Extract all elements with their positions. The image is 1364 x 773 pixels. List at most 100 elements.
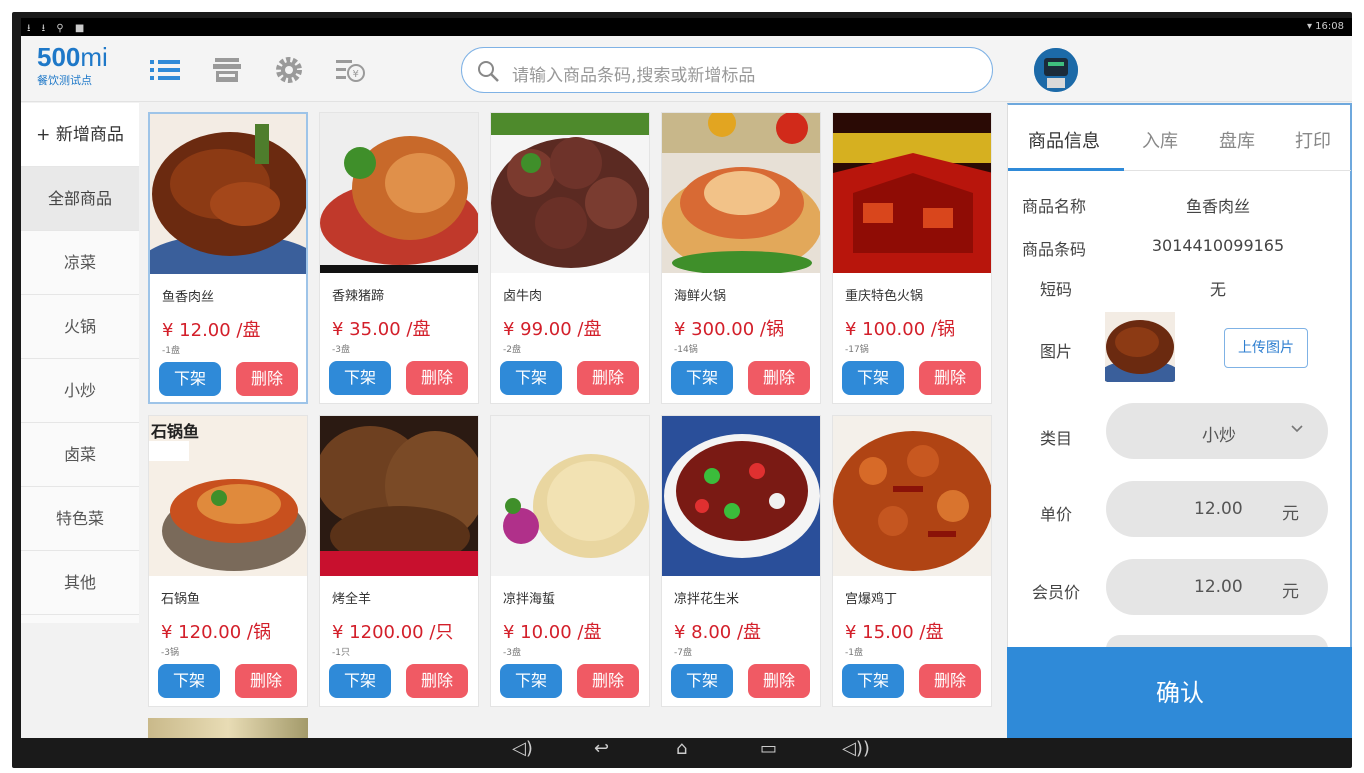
product-stock: -1只 — [332, 648, 350, 658]
confirm-button[interactable]: 确认 — [1007, 647, 1352, 738]
product-name: 凉拌花生米 — [674, 592, 740, 607]
brand-logo: 500mi 餐饮测试点 — [37, 44, 137, 88]
product-card[interactable]: 烤全羊 ¥ 1200.00 /只 -1只 下架 删除 — [319, 415, 479, 707]
delist-button[interactable]: 下架 — [500, 361, 562, 395]
delete-button[interactable]: 删除 — [236, 362, 298, 396]
price-value[interactable]: 12.00 — [1194, 499, 1243, 519]
delist-button[interactable]: 下架 — [671, 664, 733, 698]
delist-button[interactable]: 下架 — [159, 362, 221, 396]
product-stock: -14锅 — [674, 345, 698, 355]
product-image — [833, 416, 991, 576]
delete-button[interactable]: 删除 — [577, 664, 639, 698]
product-stock: -1盘 — [845, 648, 863, 658]
delist-button[interactable]: 下架 — [500, 664, 562, 698]
product-price: ¥ 100.00 /锅 — [845, 319, 955, 340]
delist-button[interactable]: 下架 — [671, 361, 733, 395]
search-icon — [476, 59, 500, 87]
delete-button[interactable]: 删除 — [577, 361, 639, 395]
product-stock: -3盘 — [332, 345, 350, 355]
volume-down-icon[interactable]: ◁) — [512, 738, 533, 759]
sidebar-item-hotpot[interactable]: 火锅 — [21, 295, 139, 359]
volume-up-icon[interactable]: ◁)) — [842, 738, 870, 759]
product-name: 烤全羊 — [332, 592, 372, 607]
avatar[interactable] — [1034, 48, 1078, 92]
price-label: 单价 — [1040, 505, 1073, 524]
delete-button[interactable]: 删除 — [406, 361, 468, 395]
member-price-field[interactable]: 12.00 元 — [1106, 559, 1328, 615]
recents-icon[interactable]: ▭ — [760, 738, 777, 759]
delete-button[interactable]: 删除 — [406, 664, 468, 698]
product-card[interactable]: 香辣猪蹄 ¥ 35.00 /盘 -3盘 下架 删除 — [319, 112, 479, 404]
name-value: 鱼香肉丝 — [1185, 197, 1250, 216]
barcode-value: 3014410099165 — [1151, 236, 1285, 255]
store-icon[interactable] — [211, 56, 243, 84]
delist-button[interactable]: 下架 — [842, 664, 904, 698]
product-card[interactable]: 海鲜火锅 ¥ 300.00 /锅 -14锅 下架 删除 — [661, 112, 821, 404]
product-detail-panel: 商品信息 入库 盘库 打印 商品名称 鱼香肉丝 商品条码 30144100991… — [1007, 103, 1352, 738]
sidebar-item-specialty[interactable]: 特色菜 — [21, 487, 139, 551]
tab-print[interactable]: 打印 — [1295, 127, 1331, 153]
search-input[interactable]: 请输入商品条码,搜索或新增标品 — [512, 61, 755, 86]
delete-button[interactable]: 删除 — [919, 664, 981, 698]
tab-stock-in[interactable]: 入库 — [1142, 127, 1178, 153]
device-frame: ⭳ ⭳ ⚲ ■ ▾ 16:08 500mi 餐饮测试点 ¥ 请输入商品条码,搜索… — [0, 0, 1364, 773]
product-price: ¥ 12.00 /盘 — [162, 320, 261, 341]
delist-button[interactable]: 下架 — [329, 664, 391, 698]
product-name: 凉拌海蜇 — [503, 592, 556, 607]
product-card[interactable]: 卤牛肉 ¥ 99.00 /盘 -2盘 下架 删除 — [490, 112, 650, 404]
delete-button[interactable]: 删除 — [748, 361, 810, 395]
shortcode-label: 短码 — [1040, 280, 1073, 299]
sidebar-item-stir-fry[interactable]: 小炒 — [21, 359, 139, 423]
member-price-unit: 元 — [1282, 582, 1299, 602]
delist-button[interactable]: 下架 — [329, 361, 391, 395]
sidebar-item-all[interactable]: 全部商品 — [21, 167, 139, 231]
back-icon[interactable]: ↩ — [594, 738, 609, 759]
detail-tabs: 商品信息 入库 盘库 打印 — [1008, 105, 1351, 171]
delete-button[interactable]: 删除 — [919, 361, 981, 395]
product-card[interactable]: 凉拌花生米 ¥ 8.00 /盘 -7盘 下架 删除 — [661, 415, 821, 707]
image-label: 图片 — [1040, 342, 1073, 361]
product-card[interactable]: 石锅鱼 石锅鱼 ¥ 120.00 /锅 -3锅 下架 删除 — [148, 415, 308, 707]
product-stock: -3锅 — [161, 648, 179, 658]
product-price: ¥ 120.00 /锅 — [161, 622, 271, 643]
name-label: 商品名称 — [1022, 197, 1087, 216]
product-name: 石锅鱼 — [161, 592, 201, 607]
sidebar-item-braised[interactable]: 卤菜 — [21, 423, 139, 487]
product-name: 重庆特色火锅 — [845, 289, 924, 304]
price-field[interactable]: 12.00 元 — [1106, 481, 1328, 537]
product-card[interactable]: 重庆特色火锅 ¥ 100.00 /锅 -17锅 下架 删除 — [832, 112, 992, 404]
search-bar[interactable]: 请输入商品条码,搜索或新增标品 — [461, 47, 993, 93]
delist-button[interactable]: 下架 — [842, 361, 904, 395]
brand-name: 500mi — [37, 44, 137, 70]
product-stock: -1盘 — [162, 346, 180, 356]
product-image — [150, 114, 306, 274]
product-card[interactable]: 宫爆鸡丁 ¥ 15.00 /盘 -1盘 下架 删除 — [832, 415, 992, 707]
member-price-label: 会员价 — [1032, 583, 1081, 602]
brand-number: 500 — [37, 42, 81, 72]
product-image — [833, 113, 991, 273]
product-card[interactable]: 鱼香肉丝 ¥ 12.00 /盘 -1盘 下架 删除 — [148, 112, 308, 404]
delist-button[interactable]: 下架 — [158, 664, 220, 698]
product-thumbnail — [1105, 312, 1175, 382]
product-price: ¥ 8.00 /盘 — [674, 622, 762, 643]
product-card[interactable]: 凉拌海蜇 ¥ 10.00 /盘 -3盘 下架 删除 — [490, 415, 650, 707]
delete-button[interactable]: 删除 — [235, 664, 297, 698]
product-name: 香辣猪蹄 — [332, 289, 385, 304]
active-tab-indicator — [1008, 168, 1124, 171]
category-label: 类目 — [1040, 429, 1073, 448]
settings-icon[interactable] — [273, 56, 305, 84]
sidebar-item-other[interactable]: 其他 — [21, 551, 139, 615]
upload-image-button[interactable]: 上传图片 — [1224, 328, 1308, 368]
cash-register-icon[interactable]: ¥ — [335, 56, 367, 84]
sidebar-item-cold-dishes[interactable]: 凉菜 — [21, 231, 139, 295]
tab-inventory[interactable]: 盘库 — [1219, 127, 1255, 153]
member-price-value[interactable]: 12.00 — [1194, 577, 1243, 597]
tab-product-info[interactable]: 商品信息 — [1028, 127, 1100, 153]
app-screen: ⭳ ⭳ ⚲ ■ ▾ 16:08 500mi 餐饮测试点 ¥ 请输入商品条码,搜索… — [21, 18, 1352, 738]
delete-button[interactable]: 删除 — [748, 664, 810, 698]
add-product-button[interactable]: + 新增商品 — [21, 103, 139, 167]
list-icon[interactable] — [149, 56, 181, 84]
product-image — [491, 416, 649, 576]
category-select[interactable]: 小炒 — [1106, 403, 1328, 459]
home-icon[interactable]: ⌂ — [676, 738, 687, 759]
